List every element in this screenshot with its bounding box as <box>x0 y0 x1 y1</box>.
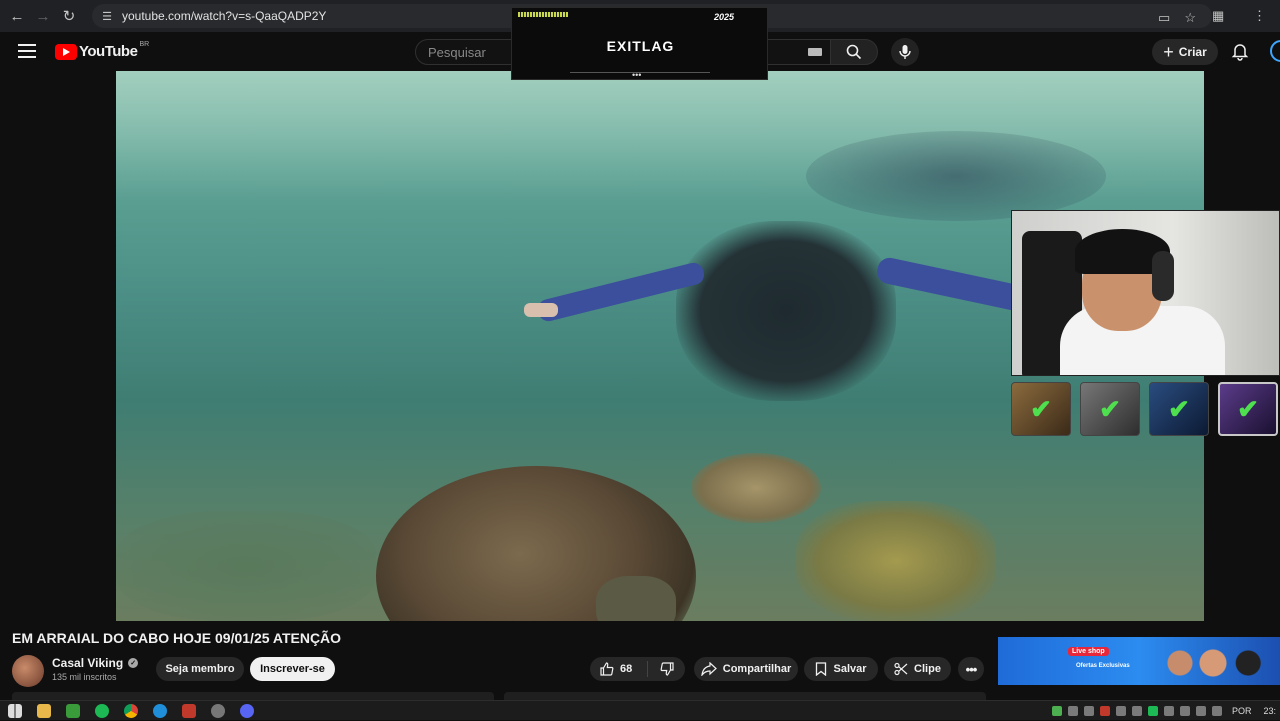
more-actions-button[interactable]: ••• <box>958 657 984 681</box>
ad-people-image <box>1158 641 1268 685</box>
logo-text: YouTube <box>79 43 138 60</box>
tray-icon[interactable] <box>1083 706 1094 716</box>
checkmark-icon: ✔ <box>1011 382 1071 436</box>
checkmark-icon: ✔ <box>1218 382 1278 436</box>
search-placeholder: Pesquisar <box>428 44 486 60</box>
clip-label: Clipe <box>914 663 941 675</box>
video-turtle-head <box>691 453 821 523</box>
create-button[interactable]: + Criar <box>1152 39 1218 65</box>
video-swimmer <box>676 221 896 401</box>
video-swimmer-arm <box>874 255 1028 313</box>
webcam-headset <box>1152 251 1174 301</box>
like-count: 68 <box>620 663 633 675</box>
video-rock <box>116 511 376 621</box>
keyboard-icon[interactable] <box>808 48 822 56</box>
share-icon <box>701 662 717 676</box>
like-button[interactable]: 68 <box>590 661 648 677</box>
ad-live-shop-tag: Live shop <box>1068 647 1109 656</box>
search-icon <box>846 44 862 60</box>
comments-box-top <box>504 692 986 700</box>
cast-icon[interactable]: ▭ <box>1158 10 1170 26</box>
description-box-top <box>12 692 494 700</box>
voice-search-button[interactable] <box>891 38 919 66</box>
video-coral <box>796 501 996 621</box>
achievement-badges: ✔ ✔ ✔ ✔ <box>1011 382 1278 436</box>
tray-icon[interactable] <box>1067 706 1078 716</box>
windows-taskbar: POR 23: <box>0 700 1280 720</box>
plus-icon: + <box>1163 42 1174 62</box>
clip-button[interactable]: Clipe <box>884 657 951 681</box>
system-tray: POR 23: <box>1051 701 1280 721</box>
edge-icon[interactable] <box>153 703 167 718</box>
discord-icon[interactable] <box>240 703 254 718</box>
volume-icon[interactable] <box>1211 706 1222 716</box>
menu-icon[interactable]: ⋮ <box>1253 8 1266 24</box>
extensions-icon[interactable]: ▦ <box>1212 8 1224 24</box>
webcam-overlay <box>1011 210 1280 376</box>
account-avatar[interactable] <box>1270 40 1280 62</box>
app-icon[interactable] <box>182 703 196 718</box>
tray-icon[interactable] <box>1131 706 1142 716</box>
country-code: BR <box>139 41 150 48</box>
video-title: EM ARRAIAL DO CABO HOJE 09/01/25 ATENÇÃO <box>12 630 342 646</box>
subscribe-button[interactable]: Inscrever-se <box>250 657 335 681</box>
tray-icon[interactable] <box>1179 706 1190 716</box>
taskbar-clock[interactable]: 23: <box>1263 706 1276 716</box>
star-icon[interactable]: ☆ <box>1184 10 1196 26</box>
checkmark-icon: ✔ <box>1149 382 1209 436</box>
reload-icon[interactable]: ↻ <box>56 3 82 29</box>
bookmark-icon <box>816 662 827 676</box>
subscriber-count: 135 mil inscritos <box>52 672 117 682</box>
share-button[interactable]: Compartilhar <box>694 657 798 681</box>
channel-name-text: Casal Viking <box>52 656 124 670</box>
language-indicator[interactable]: POR <box>1232 706 1252 716</box>
verified-icon: ✓ <box>128 658 139 668</box>
tray-icon[interactable] <box>1115 706 1126 716</box>
chrome-icon[interactable] <box>124 703 138 718</box>
tray-icon[interactable] <box>1099 706 1110 716</box>
video-swimmer-legs <box>806 131 1106 221</box>
forward-icon[interactable]: → <box>30 3 56 29</box>
exitlag-progress-bar <box>518 12 568 17</box>
thumbs-up-icon <box>600 662 614 676</box>
search-button[interactable] <box>830 39 878 65</box>
join-button[interactable]: Seja membro <box>156 657 244 681</box>
settings-icon[interactable] <box>211 703 225 718</box>
youtube-play-icon <box>55 43 77 60</box>
save-button[interactable]: Salvar <box>804 657 878 681</box>
checkmark-icon: ✔ <box>1080 382 1140 436</box>
microphone-icon <box>899 45 911 59</box>
url-text: youtube.com/watch?v=s-QaaQADP2Y <box>122 9 327 23</box>
exitlag-dots: ••• <box>632 70 642 80</box>
ad-offers-text: Ofertas Exclusivas <box>1076 663 1130 669</box>
like-dislike-group: 68 <box>590 657 685 681</box>
exitlag-year: 2025 <box>714 12 735 22</box>
video-turtle-flipper <box>596 576 676 621</box>
tray-icon[interactable] <box>1051 706 1062 716</box>
create-label: Criar <box>1178 45 1207 59</box>
back-icon[interactable]: ← <box>4 3 30 29</box>
save-label: Salvar <box>833 663 867 675</box>
dislike-button[interactable] <box>648 662 685 676</box>
ad-banner[interactable]: Live shop Ofertas Exclusivas <box>998 637 1280 685</box>
file-explorer-icon[interactable] <box>37 703 51 718</box>
tray-icon[interactable] <box>1147 706 1158 716</box>
share-label: Compartilhar <box>722 663 792 675</box>
windows-start-icon[interactable] <box>8 703 22 718</box>
channel-name[interactable]: Casal Viking ✓ <box>52 656 139 670</box>
xbox-icon[interactable] <box>66 703 80 718</box>
exitlag-brand: EXITLAG <box>606 38 675 54</box>
tray-icon[interactable] <box>1163 706 1174 716</box>
exitlag-overlay[interactable]: 2025 EXITLAG ••• <box>511 7 768 80</box>
scissors-icon <box>894 662 908 676</box>
network-icon[interactable] <box>1195 706 1206 716</box>
spotify-icon[interactable] <box>95 703 109 718</box>
hamburger-menu-icon[interactable] <box>18 44 36 58</box>
site-settings-icon[interactable]: ☰ <box>100 9 114 23</box>
notifications-bell-icon[interactable] <box>1230 41 1250 61</box>
video-swimmer-hand <box>524 303 558 317</box>
channel-avatar[interactable] <box>12 655 44 687</box>
youtube-logo[interactable]: YouTube BR <box>55 41 150 60</box>
thumbs-down-icon <box>660 662 674 676</box>
